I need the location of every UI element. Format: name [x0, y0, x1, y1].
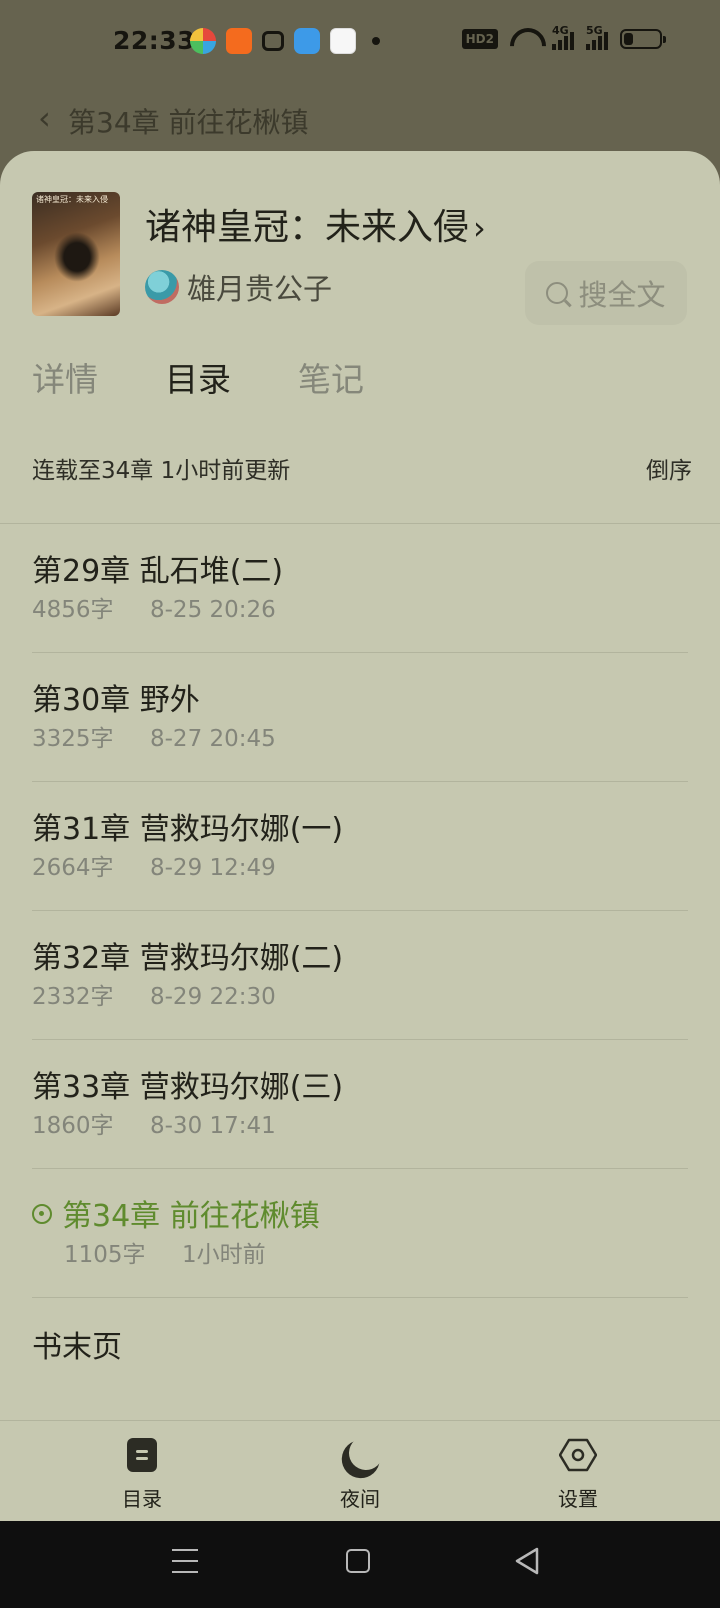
- current-location-icon: [32, 1204, 52, 1224]
- chapter-update-time: 8-29 22:30: [150, 984, 276, 1010]
- chapter-title: 第30章 野外: [32, 683, 200, 718]
- signal-5g-icon: 5G: [586, 24, 608, 50]
- search-icon: [546, 282, 569, 304]
- more-notifications-dot-icon: [372, 37, 380, 45]
- chapter-meta: 1105字 1小时前: [64, 1235, 266, 1269]
- chapter-meta: 4856字 8-25 20:26: [32, 590, 276, 624]
- author-row[interactable]: 雄月贵公子: [145, 266, 332, 308]
- cover-illustration: [54, 232, 100, 282]
- chapter-meta: 2664字 8-29 12:49: [32, 848, 276, 882]
- chapter-update-time: 8-25 20:26: [150, 597, 276, 623]
- current-chapter-title: 第34章 前往花楸镇: [62, 1199, 320, 1234]
- chapter-update-time: 8-29 12:49: [150, 855, 276, 881]
- taobao-notification-icon: [226, 28, 252, 54]
- author-name: 雄月贵公子: [187, 272, 333, 306]
- full-text-search-button[interactable]: 搜全文: [525, 261, 687, 325]
- chapter-item[interactable]: 第31章 营救玛尔娜(一) 2664字 8-29 12:49: [32, 782, 688, 911]
- chapter-update-time: 8-27 20:45: [150, 726, 276, 752]
- chapter-word-count: 2664字: [32, 855, 114, 881]
- serial-status: 连载至34章 1小时前更新: [32, 458, 291, 484]
- chapter-item[interactable]: 第33章 营救玛尔娜(三) 1860字 8-30 17:41: [32, 1040, 688, 1169]
- toc-header: 连载至34章 1小时前更新 倒序: [32, 451, 692, 485]
- status-time: 22:33: [113, 26, 196, 55]
- chapter-word-count: 4856字: [32, 597, 114, 623]
- chapter-update-time: 1小时前: [182, 1242, 266, 1268]
- toc-sheet: 诸神皇冠：未来入侵 诸神皇冠：未来入侵 › 雄月贵公子 搜全文 详情 目录 笔记 …: [0, 151, 720, 1521]
- reader-chapter-title: 第34章 前往花楸镇: [68, 106, 309, 139]
- settings-button[interactable]: 设置: [518, 1435, 638, 1512]
- toc-button[interactable]: 目录: [82, 1435, 202, 1512]
- notification-icons: [190, 28, 380, 54]
- chapter-word-count: 1105字: [64, 1242, 146, 1268]
- chapter-title: 第32章 营救玛尔娜(二): [32, 941, 344, 976]
- recents-menu-icon[interactable]: [172, 1549, 198, 1582]
- back-triangle-icon[interactable]: [515, 1547, 539, 1575]
- moon-icon: [344, 1431, 388, 1475]
- book-title-link[interactable]: 诸神皇冠：未来入侵 ›: [145, 198, 486, 250]
- chapter-item[interactable]: 第32章 营救玛尔娜(二) 2332字 8-29 22:30: [32, 911, 688, 1040]
- game-notification-icon: [330, 28, 356, 54]
- chapter-title: 第33章 营救玛尔娜(三): [32, 1070, 344, 1105]
- system-navigation-bar: [0, 1521, 720, 1608]
- chevron-right-icon: ›: [473, 209, 486, 247]
- chapter-title: 第31章 营救玛尔娜(一): [32, 812, 344, 847]
- chapter-title: 第34章 前往花楸镇: [32, 1191, 320, 1235]
- status-bar: 22:33 HD2 4G 5G: [0, 0, 720, 86]
- reader-header: ‹ 第34章 前往花楸镇: [0, 86, 720, 156]
- tab-toc[interactable]: 目录: [165, 353, 298, 401]
- chapter-title: 第29章 乱石堆(二): [32, 554, 284, 589]
- current-chapter-item[interactable]: 第34章 前往花楸镇 1105字 1小时前: [32, 1169, 688, 1298]
- chapter-item[interactable]: 第30章 野外 3325字 8-27 20:45: [32, 653, 688, 782]
- chapter-item[interactable]: 第29章 乱石堆(二) 4856字 8-25 20:26: [32, 524, 688, 653]
- end-page-item[interactable]: 书末页: [32, 1322, 122, 1366]
- author-avatar: [145, 270, 179, 304]
- book-cover[interactable]: 诸神皇冠：未来入侵: [32, 192, 120, 316]
- battery-level: [624, 33, 633, 45]
- tab-notes[interactable]: 笔记: [298, 353, 431, 401]
- app-notification-icon: [190, 28, 216, 54]
- settings-label: 设置: [558, 1487, 598, 1511]
- cover-title-text: 诸神皇冠：未来入侵: [36, 195, 108, 204]
- chapter-meta: 2332字 8-29 22:30: [32, 977, 276, 1011]
- tab-details[interactable]: 详情: [32, 353, 165, 401]
- chapter-word-count: 3325字: [32, 726, 114, 752]
- chapter-meta: 3325字 8-27 20:45: [32, 719, 276, 753]
- settings-hexagon-icon: [559, 1438, 597, 1472]
- chevron-left-icon[interactable]: ‹: [38, 99, 51, 137]
- toc-button-label: 目录: [122, 1487, 162, 1511]
- chapter-update-time: 8-30 17:41: [150, 1113, 276, 1139]
- sort-toggle[interactable]: 倒序: [646, 451, 692, 485]
- screen: 22:33 HD2 4G 5G ‹ 第34章 前往花楸镇 诸神皇冠：未来入侵 诸…: [0, 0, 720, 1608]
- sheet-tabs: 详情 目录 笔记: [32, 353, 431, 401]
- tv-notification-icon: [262, 31, 284, 51]
- system-icons: HD2 4G 5G: [461, 24, 666, 50]
- chapter-word-count: 2332字: [32, 984, 114, 1010]
- wifi-icon: [510, 28, 540, 50]
- search-label: 搜全文: [578, 278, 666, 312]
- chapter-meta: 1860字 8-30 17:41: [32, 1106, 276, 1140]
- battery-icon: [620, 29, 666, 49]
- night-mode-label: 夜间: [340, 1487, 380, 1511]
- chapter-list: 第29章 乱石堆(二) 4856字 8-25 20:26 第30章 野外 3325…: [32, 524, 688, 1388]
- reader-toolbar: 目录 夜间 设置: [0, 1420, 720, 1521]
- home-square-icon[interactable]: [346, 1549, 370, 1573]
- chapter-word-count: 1860字: [32, 1113, 114, 1139]
- book-title: 诸神皇冠：未来入侵: [145, 207, 470, 248]
- browser-notification-icon: [294, 28, 320, 54]
- hd-voice-icon: HD2: [461, 29, 498, 49]
- night-mode-button[interactable]: 夜间: [300, 1435, 420, 1512]
- toc-icon: [127, 1438, 157, 1472]
- signal-4g-icon: 4G: [552, 24, 574, 50]
